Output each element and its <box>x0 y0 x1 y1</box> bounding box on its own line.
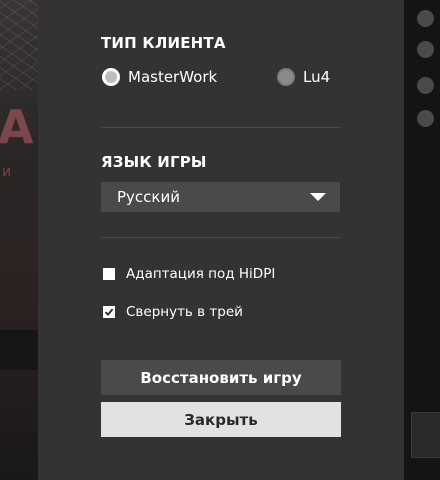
radio-label: Lu4 <box>303 68 331 86</box>
client-type-title: ТИП КЛИЕНТА <box>101 34 226 52</box>
restore-game-button[interactable]: Восстановить игру <box>101 360 341 395</box>
game-language-select[interactable]: Русский <box>101 182 340 212</box>
radio-label: MasterWork <box>128 68 218 86</box>
background-text-fragment: и <box>2 164 12 180</box>
checkbox-checked-icon[interactable] <box>103 306 115 318</box>
hidpi-checkbox[interactable]: Адаптация под HiDPI <box>103 266 275 282</box>
divider <box>101 237 341 238</box>
chevron-down-icon[interactable] <box>310 193 326 201</box>
checkbox-label: Свернуть в трей <box>126 304 243 320</box>
minimize-to-tray-checkbox[interactable]: Свернуть в трей <box>103 304 243 320</box>
background-dot-icon <box>417 110 434 127</box>
close-button[interactable]: Закрыть <box>101 402 341 437</box>
divider <box>101 127 341 128</box>
background-dot-icon <box>417 77 434 94</box>
background-app-left: А и <box>0 0 38 480</box>
checkmark-icon <box>104 308 114 316</box>
radio-selected-icon[interactable] <box>102 68 120 86</box>
background-logo-fragment: А <box>0 100 34 154</box>
background-strip <box>0 330 38 370</box>
background-image <box>0 0 38 90</box>
checkbox-unchecked-icon[interactable] <box>103 268 115 280</box>
checkbox-label: Адаптация под HiDPI <box>126 266 276 282</box>
background-app-right <box>404 0 440 480</box>
game-language-title: ЯЗЫК ИГРЫ <box>101 153 207 171</box>
background-card <box>411 412 440 458</box>
background-dot-icon <box>417 41 434 58</box>
radio-unselected-icon[interactable] <box>277 68 295 86</box>
settings-panel: ТИП КЛИЕНТА MasterWork Lu4 ЯЗЫК ИГРЫ Рус… <box>38 0 404 480</box>
client-type-option-lu4[interactable]: Lu4 <box>277 68 330 86</box>
client-type-option-masterwork[interactable]: MasterWork <box>102 68 217 86</box>
selected-language: Русский <box>117 188 180 206</box>
background-dot-icon <box>417 10 434 27</box>
